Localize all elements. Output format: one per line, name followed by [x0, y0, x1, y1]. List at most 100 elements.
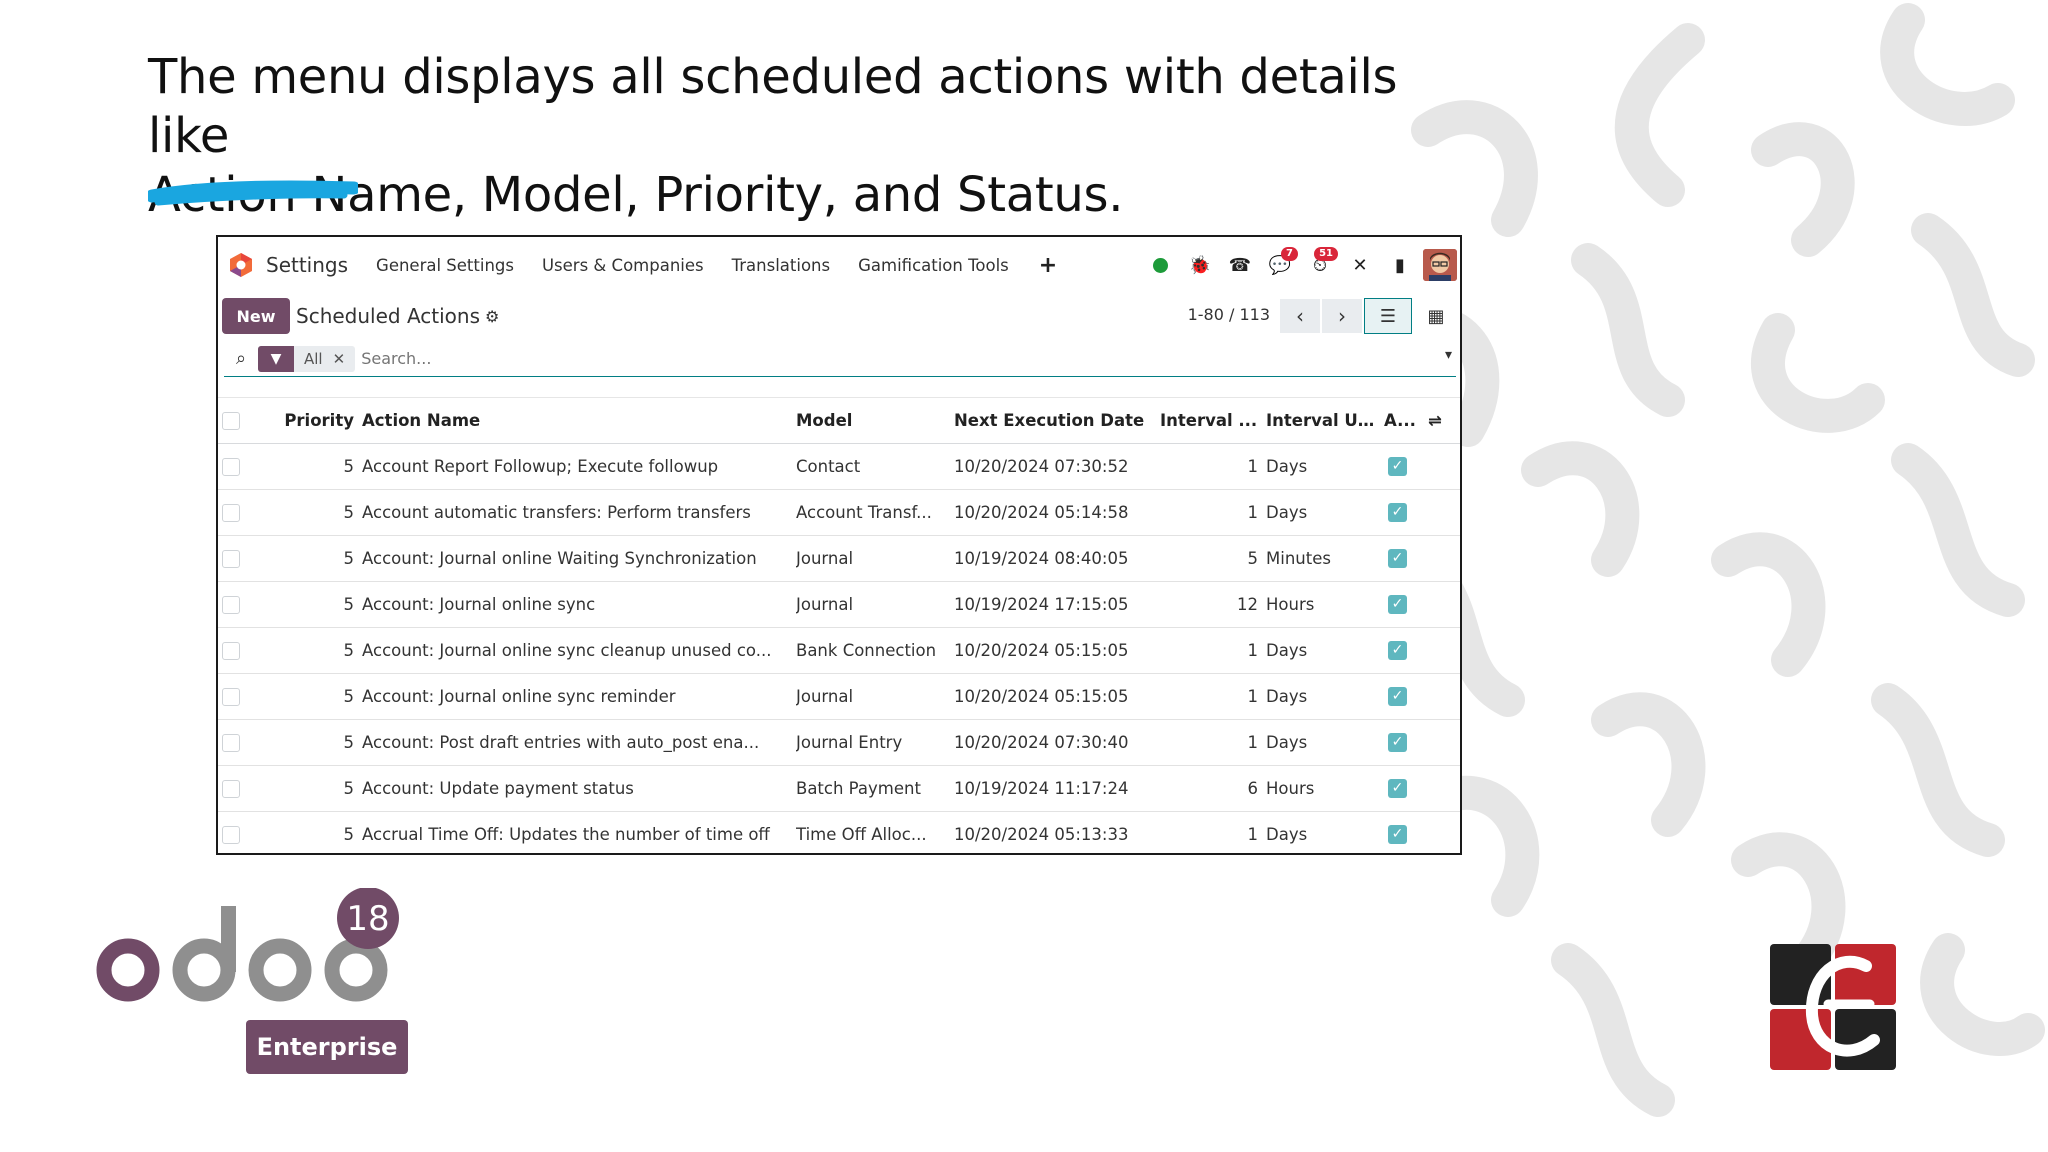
menu-users-companies[interactable]: Users & Companies [542, 256, 704, 275]
row-checkbox[interactable] [218, 489, 270, 536]
row-active-checkbox[interactable]: ✓ [1384, 535, 1428, 582]
row-active-checkbox[interactable]: ✓ [1384, 443, 1428, 490]
row-priority: 5 [270, 443, 362, 490]
search-panel-toggle-icon[interactable]: ▾ [1445, 347, 1452, 363]
table-header-row: Priority Action Name Model Next Executio… [218, 397, 1460, 444]
row-active-checkbox[interactable]: ✓ [1384, 673, 1428, 720]
row-active-checkbox[interactable]: ✓ [1384, 765, 1428, 812]
checkmark-icon: ✓ [1388, 733, 1407, 752]
tools-icon[interactable]: ✕ [1340, 245, 1380, 285]
row-priority: 5 [270, 489, 362, 536]
column-interval-unit[interactable]: Interval U... [1266, 397, 1384, 444]
row-action-name: Account: Update payment status [362, 765, 796, 812]
enterprise-badge: Enterprise [246, 1020, 408, 1074]
row-spacer [1428, 673, 1460, 720]
row-model: Account Transf... [796, 489, 954, 536]
table-row[interactable]: 5 Account: Journal online sync cleanup un… [218, 627, 1460, 674]
row-checkbox[interactable] [218, 581, 270, 628]
column-priority[interactable]: Priority [270, 397, 362, 444]
optional-columns-icon[interactable]: ⇌ [1428, 397, 1460, 444]
table-row[interactable]: 5 Account Report Followup; Execute follow… [218, 443, 1460, 490]
menu-gamification-tools[interactable]: Gamification Tools [858, 256, 1009, 275]
row-model: Journal [796, 581, 954, 628]
table-row[interactable]: 5 Account automatic transfers: Perform tr… [218, 489, 1460, 536]
row-interval-number: 1 [1160, 719, 1266, 766]
column-active[interactable]: A... [1384, 397, 1428, 444]
row-interval-unit: Days [1266, 811, 1384, 853]
row-next-execution-date: 10/19/2024 17:15:05 [954, 581, 1160, 628]
row-interval-number: 5 [1160, 535, 1266, 582]
status-icon[interactable] [1140, 245, 1180, 285]
list-view-icon[interactable]: ☰ [1364, 298, 1412, 334]
row-active-checkbox[interactable]: ✓ [1384, 719, 1428, 766]
menu-plus-icon[interactable]: + [1039, 253, 1057, 278]
pager-next-icon[interactable]: › [1322, 299, 1362, 333]
checkmark-icon: ✓ [1388, 595, 1407, 614]
row-model: Time Off Alloc... [796, 811, 954, 853]
row-priority: 5 [270, 535, 362, 582]
messages-icon[interactable]: 💬 7 [1260, 245, 1300, 285]
row-interval-unit: Days [1266, 673, 1384, 720]
pager-previous-icon[interactable]: ‹ [1280, 299, 1320, 333]
debug-bug-icon[interactable]: 🐞 [1180, 245, 1220, 285]
row-checkbox[interactable] [218, 673, 270, 720]
avatar-image [1423, 249, 1457, 281]
table-row[interactable]: 5 Accrual Time Off: Updates the number of… [218, 811, 1460, 853]
row-checkbox[interactable] [218, 719, 270, 766]
table-row[interactable]: 5 Account: Journal online Waiting Synchro… [218, 535, 1460, 582]
row-checkbox[interactable] [218, 627, 270, 674]
row-active-checkbox[interactable]: ✓ [1384, 581, 1428, 628]
row-checkbox[interactable] [218, 765, 270, 812]
row-interval-unit: Days [1266, 719, 1384, 766]
row-active-checkbox[interactable]: ✓ [1384, 489, 1428, 536]
odoo-screenshot: Settings General Settings Users & Compan… [216, 235, 1462, 855]
online-dot-icon [1152, 257, 1168, 273]
row-priority: 5 [270, 719, 362, 766]
column-model[interactable]: Model [796, 397, 954, 444]
brand-mark-logo [1770, 944, 1896, 1070]
row-interval-number: 12 [1160, 581, 1266, 628]
row-spacer [1428, 443, 1460, 490]
select-all-checkbox[interactable] [218, 397, 270, 444]
new-button[interactable]: New [222, 298, 290, 334]
column-next-execution-date[interactable]: Next Execution Date [954, 397, 1160, 444]
app-name[interactable]: Settings [266, 253, 348, 277]
search-input[interactable] [361, 349, 1162, 368]
row-model: Journal [796, 673, 954, 720]
column-interval-number[interactable]: Interval ... [1160, 397, 1266, 444]
row-active-checkbox[interactable]: ✓ [1384, 811, 1428, 853]
menu-general-settings[interactable]: General Settings [376, 256, 514, 275]
row-interval-unit: Hours [1266, 765, 1384, 812]
pager-value[interactable]: 1-80 / 113 [1188, 305, 1270, 324]
row-checkbox[interactable] [218, 443, 270, 490]
checkmark-icon: ✓ [1388, 687, 1407, 706]
user-avatar[interactable] [1420, 245, 1460, 285]
row-checkbox[interactable] [218, 811, 270, 853]
activities-clock-icon[interactable]: ⏲ 51 [1300, 245, 1340, 285]
table-row[interactable]: 5 Account: Journal online sync Journal 10/1… [218, 581, 1460, 628]
phone-icon[interactable]: ☎ [1220, 245, 1260, 285]
row-priority: 5 [270, 765, 362, 812]
company-building-icon[interactable]: ▮ [1380, 245, 1420, 285]
calendar-view-icon[interactable]: ▦ [1412, 298, 1460, 334]
row-action-name: Account: Journal online sync [362, 581, 796, 628]
row-next-execution-date: 10/20/2024 07:30:40 [954, 719, 1160, 766]
row-action-name: Account: Journal online sync reminder [362, 673, 796, 720]
settings-app-icon[interactable] [226, 250, 256, 280]
row-spacer [1428, 719, 1460, 766]
row-active-checkbox[interactable]: ✓ [1384, 627, 1428, 674]
row-checkbox[interactable] [218, 535, 270, 582]
table-row[interactable]: 5 Account: Post draft entries with auto_p… [218, 719, 1460, 766]
menu-translations[interactable]: Translations [732, 256, 831, 275]
table-row[interactable]: 5 Account: Journal online sync reminder Jo… [218, 673, 1460, 720]
row-spacer [1428, 765, 1460, 812]
row-next-execution-date: 10/20/2024 05:13:33 [954, 811, 1160, 853]
gear-icon[interactable]: ⚙ [485, 307, 499, 326]
column-action-name[interactable]: Action Name [362, 397, 796, 444]
row-interval-number: 6 [1160, 765, 1266, 812]
facet-remove-icon[interactable]: ✕ [333, 350, 356, 368]
table-row[interactable]: 5 Account: Update payment status Batch Pay… [218, 765, 1460, 812]
row-next-execution-date: 10/20/2024 05:15:05 [954, 673, 1160, 720]
search-icon[interactable]: ⌕ [224, 348, 258, 369]
row-action-name: Account: Journal online sync cleanup unu… [362, 627, 796, 674]
